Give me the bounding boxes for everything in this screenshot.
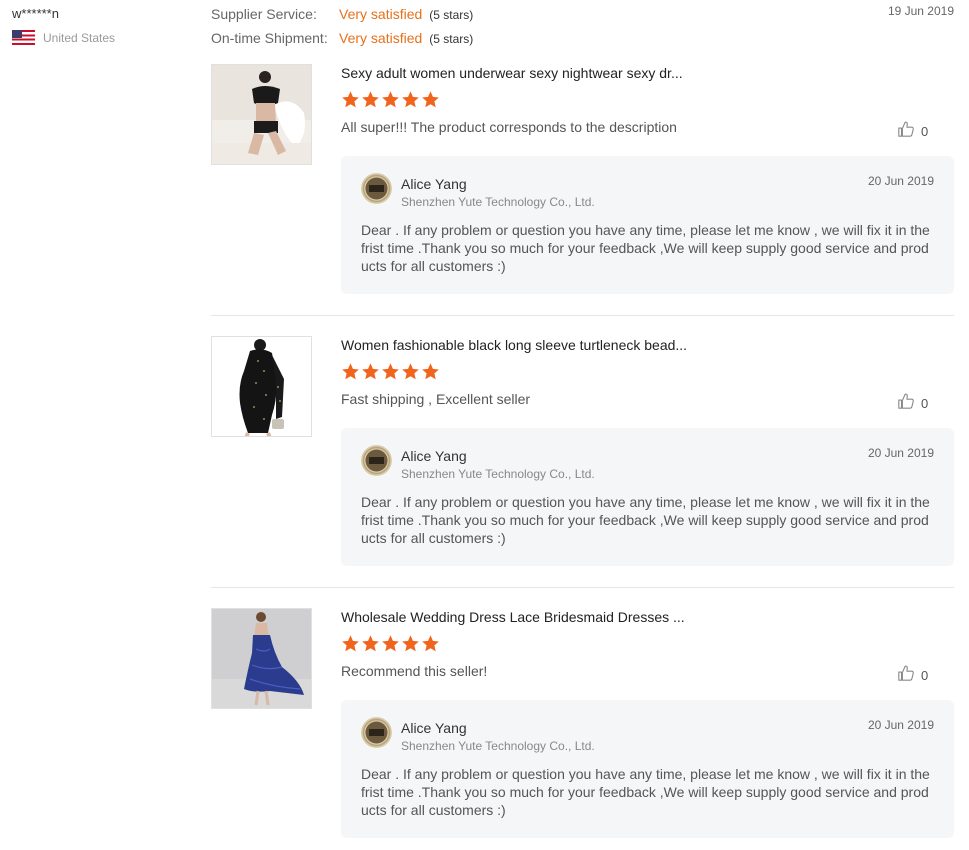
- seller-reply: Alice Yang Shenzhen Yute Technology Co.,…: [341, 156, 954, 294]
- reply-author: Alice Yang: [401, 720, 467, 736]
- rating-stars-text: (5 stars): [429, 8, 474, 22]
- reply-date: 20 Jun 2019: [867, 174, 934, 188]
- like-button[interactable]: 0: [897, 392, 928, 415]
- reply-company: Shenzhen Yute Technology Co., Ltd.: [401, 195, 595, 209]
- buyer-name: w******n: [12, 6, 59, 21]
- seller-avatar: [361, 445, 392, 476]
- seller-avatar: [361, 173, 392, 204]
- star-icon: [341, 90, 360, 109]
- us-flag-icon: [12, 30, 35, 45]
- star-icon: [361, 362, 380, 381]
- like-count: 0: [921, 396, 929, 411]
- reply-text: Dear . If any problem or question you ha…: [361, 766, 930, 818]
- star-rating: [341, 634, 441, 653]
- thumbs-up-icon[interactable]: [897, 392, 915, 415]
- star-icon: [381, 90, 400, 109]
- reply-author: Alice Yang: [401, 448, 467, 464]
- product-thumbnail[interactable]: [211, 608, 312, 709]
- divider: [211, 315, 954, 316]
- review-item: Sexy adult women underwear sexy nightwea…: [211, 64, 954, 296]
- star-icon: [381, 362, 400, 381]
- star-icon: [341, 634, 360, 653]
- reply-company: Shenzhen Yute Technology Co., Ltd.: [401, 467, 595, 481]
- reply-text: Dear . If any problem or question you ha…: [361, 494, 930, 546]
- seller-reply: Alice Yang Shenzhen Yute Technology Co.,…: [341, 428, 954, 566]
- reply-date: 20 Jun 2019: [867, 718, 934, 732]
- divider: [211, 587, 954, 588]
- star-icon: [421, 362, 440, 381]
- review-item: Women fashionable black long sleeve turt…: [211, 336, 954, 568]
- product-title[interactable]: Wholesale Wedding Dress Lace Bridesmaid …: [341, 609, 685, 625]
- rating-value: Very satisfied: [339, 30, 423, 46]
- reply-text: Dear . If any problem or question you ha…: [361, 222, 930, 274]
- review-text: Fast shipping , Excellent seller: [341, 391, 531, 407]
- star-icon: [401, 362, 420, 381]
- country-name: United States: [43, 30, 116, 45]
- star-icon: [361, 90, 380, 109]
- star-icon: [401, 90, 420, 109]
- seller-reply: Alice Yang Shenzhen Yute Technology Co.,…: [341, 700, 954, 838]
- star-icon: [421, 90, 440, 109]
- star-rating: [341, 362, 441, 381]
- star-icon: [421, 634, 440, 653]
- star-icon: [341, 362, 360, 381]
- like-count: 0: [921, 124, 929, 139]
- star-icon: [401, 634, 420, 653]
- star-rating: [341, 90, 441, 109]
- buyer-country: United States: [12, 30, 115, 45]
- buyer-info: w******n United States: [12, 6, 115, 45]
- star-icon: [381, 634, 400, 653]
- product-thumbnail[interactable]: [211, 64, 312, 165]
- like-button[interactable]: 0: [897, 664, 928, 687]
- reply-company: Shenzhen Yute Technology Co., Ltd.: [401, 739, 595, 753]
- rating-value: Very satisfied: [339, 6, 423, 22]
- product-thumbnail[interactable]: [211, 336, 312, 437]
- rating-supplier-service: Supplier Service: Very satisfied (5 star…: [211, 6, 473, 30]
- thumbs-up-icon[interactable]: [897, 120, 915, 143]
- like-count: 0: [921, 668, 929, 683]
- review-item: Wholesale Wedding Dress Lace Bridesmaid …: [211, 608, 954, 840]
- rating-stars-text: (5 stars): [429, 32, 474, 46]
- seller-ratings: Supplier Service: Very satisfied (5 star…: [211, 6, 473, 54]
- seller-avatar: [361, 717, 392, 748]
- review-text: All super!!! The product corresponds to …: [341, 119, 677, 135]
- product-title[interactable]: Sexy adult women underwear sexy nightwea…: [341, 65, 683, 81]
- reply-date: 20 Jun 2019: [867, 446, 934, 460]
- review-text: Recommend this seller!: [341, 663, 488, 679]
- rating-on-time-shipment: On-time Shipment: Very satisfied (5 star…: [211, 30, 473, 54]
- reply-author: Alice Yang: [401, 176, 467, 192]
- thumbs-up-icon[interactable]: [897, 664, 915, 687]
- review-date: 19 Jun 2019: [887, 4, 954, 18]
- product-title[interactable]: Women fashionable black long sleeve turt…: [341, 337, 687, 353]
- rating-label: Supplier Service:: [211, 6, 317, 22]
- rating-label: On-time Shipment:: [211, 30, 328, 46]
- like-button[interactable]: 0: [897, 120, 928, 143]
- star-icon: [361, 634, 380, 653]
